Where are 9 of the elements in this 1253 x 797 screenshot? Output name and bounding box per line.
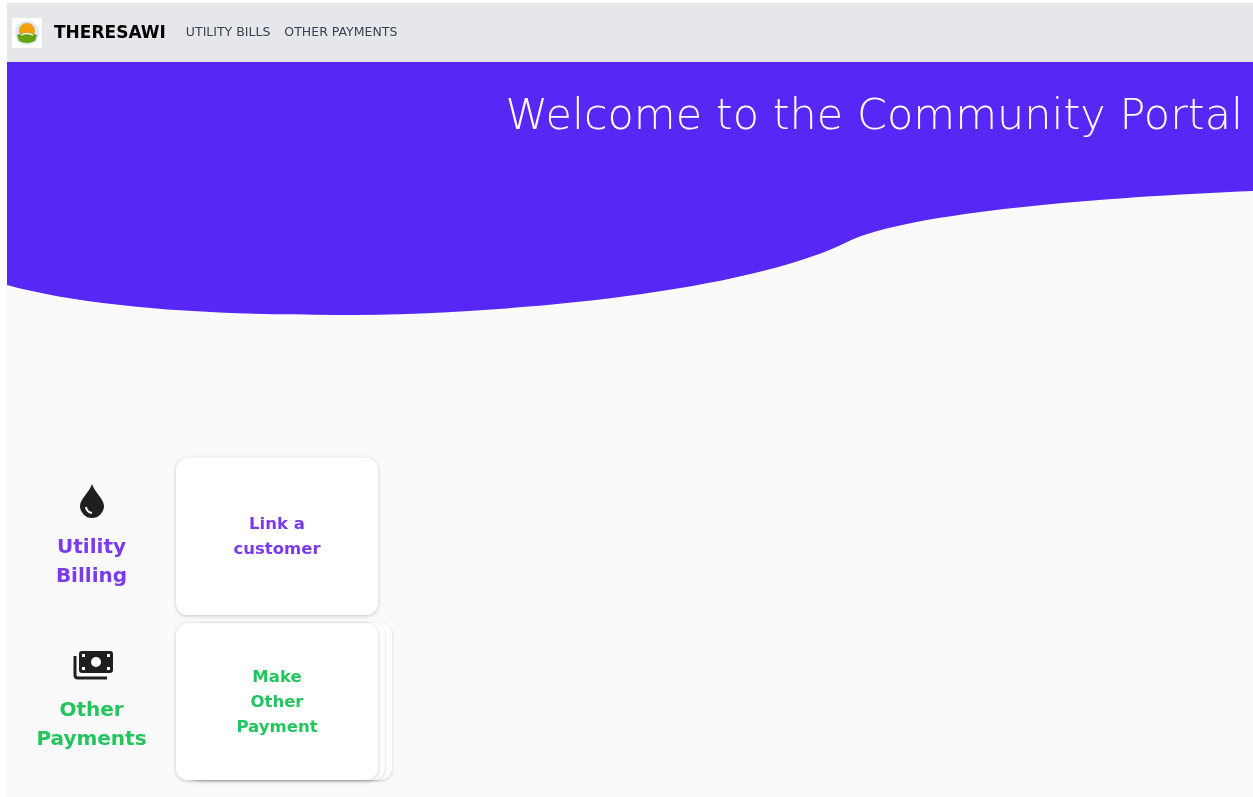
water-drop-icon [78, 483, 105, 518]
nav-link[interactable]: UTILITY BILLS [185, 23, 271, 42]
section-title: Utility Billing [54, 532, 129, 589]
section-title: Other Payments [35, 695, 148, 752]
nav-link[interactable]: OTHER PAYMENTS [284, 23, 398, 42]
action-card[interactable]: Link a customer [176, 458, 378, 615]
brand-name[interactable]: THERESAWI [54, 19, 166, 46]
logo-icon [12, 17, 42, 48]
hero-title: Welcome to the Community Portal [505, 88, 1243, 141]
